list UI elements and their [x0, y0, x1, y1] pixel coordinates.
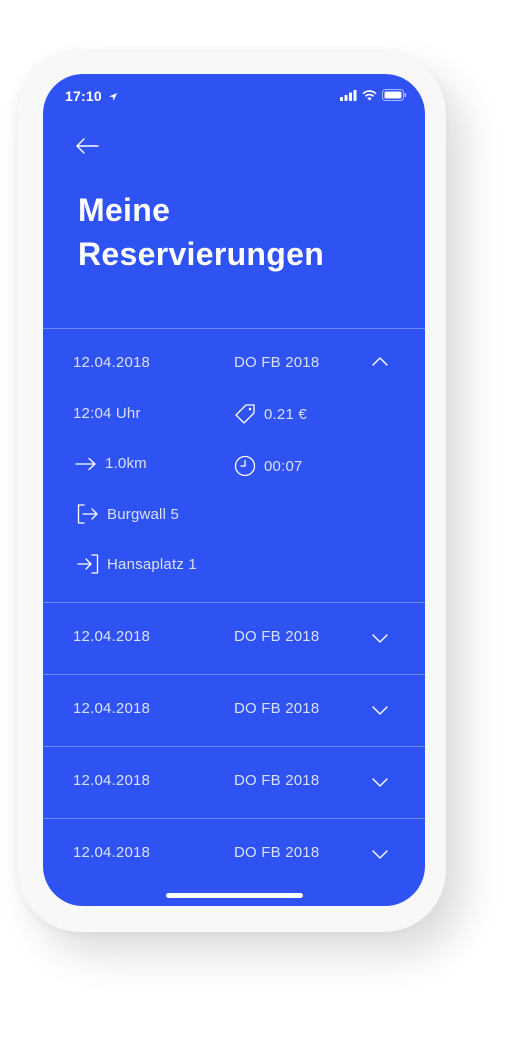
reservation-row-header[interactable]: 12.04.2018 DO FB 2018	[43, 329, 425, 393]
status-icons	[340, 89, 407, 101]
reservation-code: DO FB 2018	[234, 628, 320, 645]
reservation-row[interactable]: 12.04.2018 DO FB 2018	[43, 603, 425, 674]
status-bar: 17:10	[43, 74, 425, 118]
reservation-date: 12.04.2018	[73, 628, 151, 645]
home-indicator[interactable]	[166, 893, 303, 898]
back-button[interactable]	[75, 136, 103, 156]
detail-end-address: Hansaplatz 1	[77, 553, 197, 575]
reservation-row[interactable]: 12.04.2018 DO FB 2018	[43, 747, 425, 818]
clock-icon	[234, 455, 256, 477]
detail-time-text: 12:04 Uhr	[73, 405, 141, 422]
price-tag-icon	[235, 404, 255, 424]
page-title: Meine Reservierungen	[78, 188, 324, 276]
reservation-list: 12.04.2018 DO FB 2018 12:04 Uhr 0.21 € 1…	[43, 328, 425, 890]
detail-distance-text: 1.0km	[105, 455, 147, 472]
reservation-code: DO FB 2018	[234, 772, 320, 789]
signal-icon	[340, 89, 357, 101]
detail-start-address: Burgwall 5	[77, 503, 179, 525]
detail-duration: 00:07	[234, 455, 303, 477]
detail-duration-text: 00:07	[264, 457, 303, 475]
reservation-row[interactable]: 12.04.2018 DO FB 2018	[43, 819, 425, 890]
arrow-left-icon	[76, 138, 99, 154]
arrow-right-icon	[75, 457, 96, 470]
location-arrow-icon	[108, 93, 117, 101]
logout-icon	[77, 504, 98, 524]
status-time-text: 17:10	[65, 88, 102, 104]
reservation-date: 12.04.2018	[73, 772, 151, 789]
detail-price-text: 0.21 €	[264, 405, 307, 423]
reservation-date: 12.04.2018	[73, 844, 151, 861]
reservation-item-expanded: 12.04.2018 DO FB 2018 12:04 Uhr 0.21 € 1…	[43, 329, 425, 602]
app-screen: 17:10 Meine Reservierungen 12.04.2018 DO…	[43, 74, 425, 906]
login-icon	[77, 554, 99, 574]
detail-distance: 1.0km	[75, 455, 147, 472]
page-title-line1: Meine	[78, 192, 171, 228]
chevron-down-icon[interactable]	[371, 776, 389, 788]
page-title-line2: Reservierungen	[78, 236, 325, 272]
status-time: 17:10	[65, 88, 118, 104]
detail-start-address-text: Burgwall 5	[107, 505, 180, 523]
reservation-details: 12:04 Uhr 0.21 € 1.0km 00:07 Burgwall 5 …	[43, 393, 425, 602]
reservation-code: DO FB 2018	[234, 700, 320, 717]
detail-price: 0.21 €	[234, 403, 307, 425]
wifi-icon	[362, 89, 377, 100]
reservation-row[interactable]: 12.04.2018 DO FB 2018	[43, 675, 425, 746]
battery-icon	[382, 89, 407, 101]
reservation-date: 12.04.2018	[73, 354, 151, 371]
chevron-down-icon[interactable]	[371, 632, 389, 644]
detail-time: 12:04 Uhr	[73, 405, 141, 422]
reservation-date: 12.04.2018	[73, 700, 151, 717]
detail-end-address-text: Hansaplatz 1	[107, 555, 197, 573]
chevron-up-icon[interactable]	[371, 355, 389, 367]
chevron-down-icon[interactable]	[371, 704, 389, 716]
chevron-down-icon[interactable]	[371, 848, 389, 860]
reservation-code: DO FB 2018	[234, 844, 320, 861]
reservation-code: DO FB 2018	[234, 354, 320, 371]
